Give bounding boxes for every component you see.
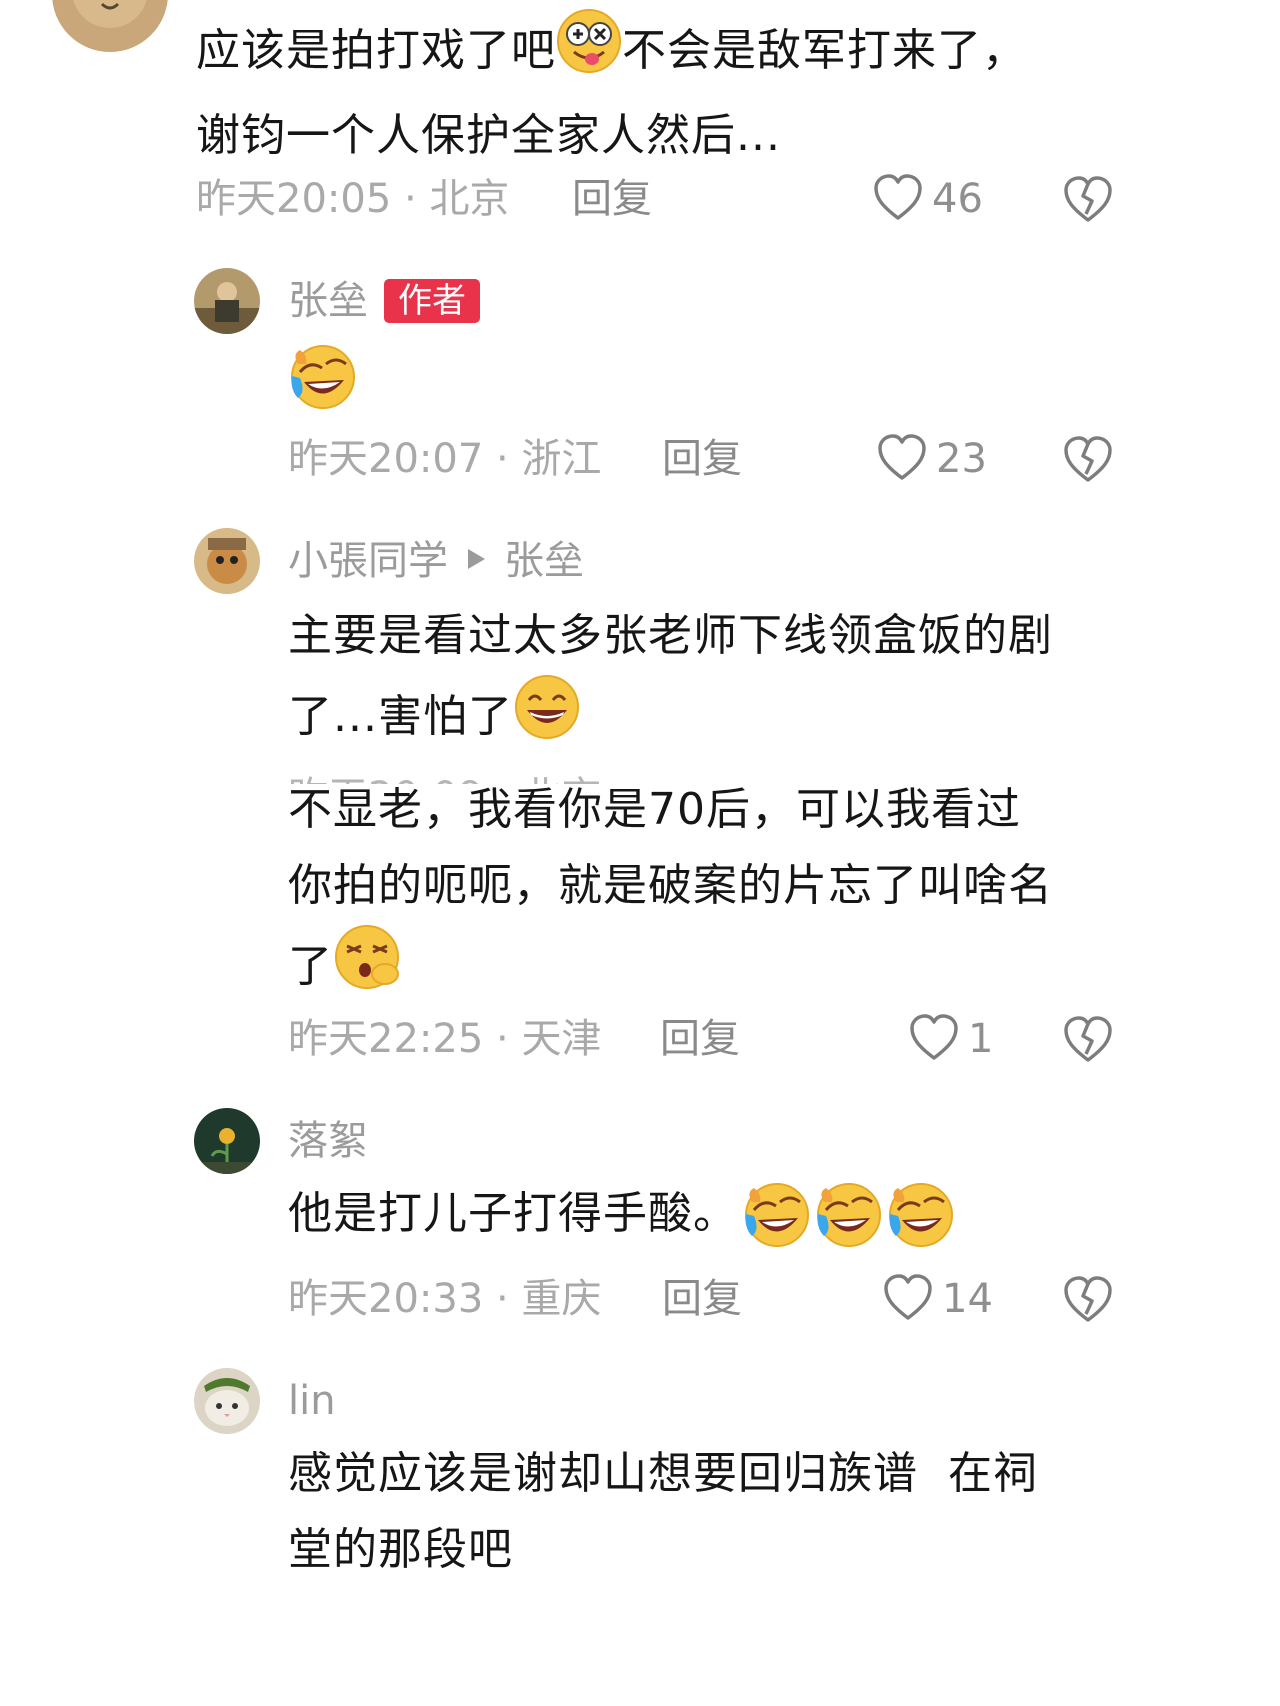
timestamp: 昨天22:25 bbox=[288, 1016, 484, 1062]
comment-text-line: 不显老，我看你是70后，可以我看过 bbox=[288, 784, 1021, 835]
reply-button[interactable]: 回复 bbox=[660, 1014, 740, 1064]
username[interactable]: 张垒 bbox=[288, 276, 368, 326]
grinning-face-emoji-icon bbox=[513, 674, 581, 764]
separator-dot: · bbox=[496, 436, 509, 482]
like-button[interactable]: 1 bbox=[908, 1012, 993, 1066]
like-count: 46 bbox=[932, 176, 983, 222]
username[interactable]: 小張同学 bbox=[288, 536, 448, 586]
comment-text-line: 主要是看过太多张老师下线领盒饭的剧 bbox=[288, 610, 1053, 661]
dislike-button[interactable] bbox=[1062, 1274, 1114, 1328]
comment-text-part: 不会是敌军打来了， bbox=[622, 25, 1027, 76]
comment-text: 感觉应该是谢却山想要回归族谱 在祠 堂的那段吧 bbox=[288, 1436, 1188, 1588]
comment-text-line: 感觉应该是谢却山想要回归族谱 在祠 bbox=[288, 1448, 1038, 1499]
comment-text-line: 了 bbox=[288, 941, 333, 992]
avatar[interactable] bbox=[52, 0, 168, 52]
username[interactable]: 落絮 bbox=[288, 1116, 368, 1166]
laughing-crying-emoji-icon bbox=[742, 1180, 956, 1248]
location: 天津 bbox=[521, 1016, 602, 1062]
timestamp: 昨天20:05 bbox=[196, 176, 392, 222]
comment-header: 张垒 作者 bbox=[288, 276, 480, 326]
reply-to-username[interactable]: 张垒 bbox=[504, 536, 584, 586]
avatar[interactable] bbox=[194, 268, 260, 334]
like-count: 23 bbox=[936, 436, 987, 482]
play-triangle-icon bbox=[464, 546, 488, 576]
like-count: 1 bbox=[968, 1016, 994, 1062]
heart-outline-icon bbox=[872, 172, 924, 226]
like-button[interactable]: 46 bbox=[872, 172, 983, 226]
dislike-button[interactable] bbox=[1062, 1014, 1114, 1068]
author-badge: 作者 bbox=[384, 279, 480, 323]
broken-heart-icon bbox=[1062, 1276, 1114, 1328]
heart-outline-icon bbox=[876, 432, 928, 486]
heart-outline-icon bbox=[882, 1272, 934, 1326]
dislike-button[interactable] bbox=[1062, 434, 1114, 488]
broken-heart-icon bbox=[1062, 176, 1114, 228]
separator-dot: · bbox=[496, 1016, 509, 1062]
location: 北京 bbox=[429, 176, 510, 222]
comment-header: 小張同学 张垒 bbox=[288, 536, 584, 586]
comment-text-line: 谢钧一个人保护全家人然后... bbox=[196, 110, 781, 161]
like-button[interactable]: 14 bbox=[882, 1272, 993, 1326]
comment-text-line: 堂的那段吧 bbox=[288, 1524, 513, 1575]
comment-text: 应该是拍打戏了吧 不会是敌军打来了， 谢钧一个人保护全家人然后... bbox=[196, 8, 1196, 174]
timestamp: 昨天20:33 bbox=[288, 1276, 484, 1322]
comment-meta: 昨天22:25 · 天津 bbox=[288, 1014, 601, 1064]
separator-dot: · bbox=[496, 1276, 509, 1322]
like-count: 14 bbox=[942, 1276, 993, 1322]
separator-dot: · bbox=[404, 176, 417, 222]
avatar[interactable] bbox=[194, 1108, 260, 1174]
comment-text: 主要是看过太多张老师下线领盒饭的剧 了...害怕了 bbox=[288, 598, 1188, 764]
dislike-button[interactable] bbox=[1062, 174, 1114, 228]
heart-outline-icon bbox=[908, 1012, 960, 1066]
comment-text-part: 应该是拍打戏了吧 bbox=[196, 25, 556, 76]
comment-meta: 昨天20:07 · 浙江 bbox=[288, 434, 601, 484]
timestamp: 昨天20:07 bbox=[288, 436, 484, 482]
shushing-face-emoji-icon bbox=[333, 924, 403, 1014]
comment-text: 不显老，我看你是70后，可以我看过 你拍的呃呃，就是破案的片忘了叫啥名 了 bbox=[288, 772, 1188, 1014]
location: 浙江 bbox=[521, 436, 602, 482]
comment-meta: 昨天20:05 · 北京 bbox=[196, 174, 509, 224]
broken-heart-icon bbox=[1062, 1016, 1114, 1068]
broken-heart-icon bbox=[1062, 436, 1114, 488]
laughing-crying-emoji-icon bbox=[288, 342, 358, 414]
location: 重庆 bbox=[521, 1276, 602, 1322]
comment-text-line: 你拍的呃呃，就是破案的片忘了叫啥名 bbox=[288, 860, 1053, 911]
comment-text-line: 了...害怕了 bbox=[288, 691, 513, 742]
reply-button[interactable]: 回复 bbox=[662, 1274, 742, 1324]
crazy-face-emoji-icon bbox=[556, 8, 622, 98]
comment-text: 他是打儿子打得手酸。 bbox=[288, 1176, 1188, 1252]
avatar[interactable] bbox=[194, 528, 260, 594]
comment-meta: 昨天20:33 · 重庆 bbox=[288, 1274, 601, 1324]
avatar[interactable] bbox=[194, 1368, 260, 1434]
reply-button[interactable]: 回复 bbox=[572, 174, 652, 224]
like-button[interactable]: 23 bbox=[876, 432, 987, 486]
comment-text-line: 他是打儿子打得手酸。 bbox=[288, 1188, 738, 1239]
reply-button[interactable]: 回复 bbox=[662, 434, 742, 484]
username[interactable]: lin bbox=[288, 1376, 336, 1426]
